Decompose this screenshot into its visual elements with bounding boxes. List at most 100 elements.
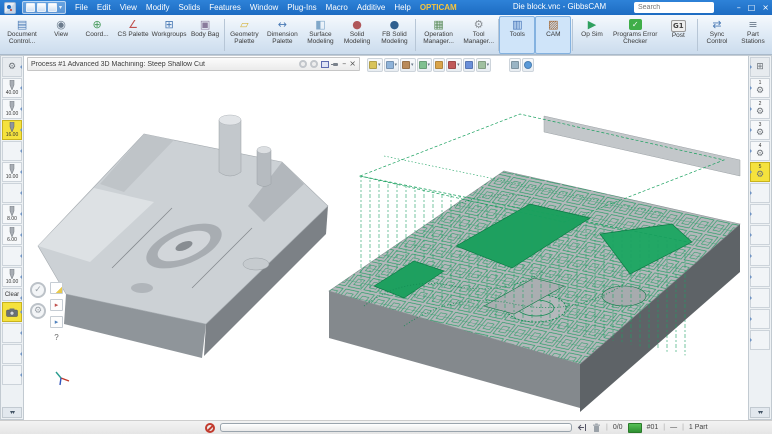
operation-tile-2[interactable]: 2 ⚙ [750, 99, 770, 119]
tool-slot-empty[interactable] [2, 183, 22, 203]
operation-slot-empty[interactable] [750, 267, 770, 287]
view-button[interactable]: ◉ View [43, 16, 79, 54]
surface-modeling-button[interactable]: ◧ Surface Modeling [302, 16, 339, 54]
tool-slot-empty[interactable] [2, 323, 22, 343]
view-tool-button[interactable]: ▾ [446, 58, 462, 72]
panel-minimize-button[interactable]: – [342, 60, 346, 68]
fb-solid-modeling-button[interactable]: ● FB Solid Modeling [375, 16, 414, 54]
tool-tile-5[interactable]: 8.00 [2, 204, 22, 224]
simulation-progress-bar[interactable] [220, 423, 572, 432]
coord-button[interactable]: ⊕ Coord... [79, 16, 115, 54]
tool-crib-header[interactable]: ⚙ [2, 57, 22, 77]
tool-tile-6[interactable]: 6.00 [2, 225, 22, 245]
qat-dropdown-icon[interactable]: ▾ [59, 4, 62, 11]
close-button[interactable]: × [762, 3, 769, 12]
body-bag-button[interactable]: ▣ Body Bag [187, 16, 223, 54]
workspace-viewport[interactable]: Process #1 Advanced 3D Machining: Steep … [24, 55, 748, 420]
operation-slot-empty[interactable] [750, 183, 770, 203]
operation-tile-3[interactable]: 3 ⚙ [750, 120, 770, 140]
cs-palette-button[interactable]: ∠ CS Palette [115, 16, 151, 54]
operation-slot-empty[interactable] [750, 288, 770, 308]
tools-button[interactable]: ▥ Tools [499, 16, 535, 54]
post-button[interactable]: G1 Post [660, 16, 696, 54]
redo-icon[interactable] [48, 3, 57, 12]
view-tool-button[interactable]: ▾ [400, 58, 416, 72]
tool-rail-scroll-down-button[interactable]: ▾▾ [2, 407, 22, 418]
menu-file[interactable]: File [75, 3, 88, 12]
cam-button[interactable]: ▨ CAM [535, 16, 571, 54]
trash-icon[interactable] [592, 423, 601, 433]
view-tool-button[interactable] [509, 58, 521, 72]
float-window-icon[interactable] [321, 61, 329, 68]
operations-header[interactable]: ⊞ [750, 57, 770, 77]
view-tool-button[interactable]: ▾ [417, 58, 433, 72]
stop-simulation-icon[interactable] [205, 423, 215, 433]
menu-modify[interactable]: Modify [146, 3, 170, 12]
rewind-to-start-icon[interactable] [577, 423, 587, 432]
save-icon[interactable] [26, 3, 35, 12]
operation-tile-1[interactable]: 1 ⚙ [750, 78, 770, 98]
tool-slot-empty[interactable] [2, 141, 22, 161]
undo-icon[interactable] [37, 3, 46, 12]
operations-rail-scroll-down-button[interactable]: ▾▾ [750, 407, 770, 418]
tool-tile-3-selected[interactable]: 16.00 [2, 120, 22, 140]
view-tool-button[interactable] [463, 58, 475, 72]
menu-plugins[interactable]: Plug-Ins [287, 3, 316, 12]
view-tool-button[interactable] [522, 58, 534, 72]
operation-tile-5-selected[interactable]: 5 ⚙ [750, 162, 770, 182]
viewport-canvas[interactable] [24, 56, 748, 421]
view-tool-button[interactable]: ▾ [476, 58, 492, 72]
copy-process-icon[interactable] [50, 282, 63, 294]
tool-tile-4[interactable]: 10.00 [2, 162, 22, 182]
menu-edit[interactable]: Edit [97, 3, 111, 12]
operation-slot-empty[interactable] [750, 309, 770, 329]
dimension-palette-button[interactable]: ↔ Dimension Palette [263, 16, 302, 54]
solid-modeling-button[interactable]: ● Solid Modeling [339, 16, 375, 54]
tool-tile-1[interactable]: 40.00 [2, 78, 22, 98]
menu-features[interactable]: Features [209, 3, 241, 12]
apply-check-button[interactable]: ✓ [30, 282, 46, 298]
tool-slot-empty[interactable] [2, 246, 22, 266]
menu-window[interactable]: Window [250, 3, 278, 12]
operation-manager-button[interactable]: ▦ Operation Manager... [416, 16, 460, 54]
tool-slot-empty[interactable] [2, 365, 22, 385]
process-panel-titlebar[interactable]: Process #1 Advanced 3D Machining: Steep … [27, 57, 360, 71]
search-input[interactable] [638, 3, 729, 12]
menu-help[interactable]: Help [394, 3, 410, 12]
view-tool-button[interactable]: ▾ [384, 58, 400, 72]
minimize-button[interactable]: – [737, 3, 741, 12]
geometry-palette-button[interactable]: ▱ Geometry Palette [226, 16, 263, 54]
maximize-button[interactable]: □ [748, 3, 756, 12]
tool-tile-7[interactable]: 10.00 [2, 267, 22, 287]
view-tool-button[interactable] [433, 58, 445, 72]
clear-button[interactable]: Clear [2, 288, 22, 301]
search-box[interactable] [634, 2, 714, 13]
sim-camera-tile[interactable] [2, 302, 22, 322]
menu-view[interactable]: View [120, 3, 137, 12]
tool-tile-2[interactable]: 10.00 [2, 99, 22, 119]
process-redo-icon[interactable] [310, 60, 318, 68]
redo-toolpath-icon[interactable]: ▸ [50, 316, 63, 328]
menu-additive[interactable]: Additive [357, 3, 385, 12]
redo-markers-icon[interactable]: ▸ [50, 299, 63, 311]
operation-slot-empty[interactable] [750, 225, 770, 245]
process-do-it-icon[interactable] [299, 60, 307, 68]
view-tool-button[interactable]: ▾ [367, 58, 383, 72]
process-gear-button[interactable]: ⚙ [30, 303, 46, 319]
operation-slot-empty[interactable] [750, 246, 770, 266]
menu-solids[interactable]: Solids [178, 3, 200, 12]
menu-macro[interactable]: Macro [326, 3, 348, 12]
tool-slot-empty[interactable] [2, 344, 22, 364]
workgroups-button[interactable]: ⊞ Workgroups [151, 16, 187, 54]
operation-slot-empty[interactable] [750, 204, 770, 224]
op-sim-button[interactable]: ▶ Op Sim [574, 16, 610, 54]
tool-manager-button[interactable]: ⚙ Tool Manager... [461, 16, 497, 54]
pin-icon[interactable] [332, 61, 339, 68]
help-button[interactable]: ? [54, 333, 58, 342]
operation-slot-empty[interactable] [750, 330, 770, 350]
part-stations-button[interactable]: ≡ Part Stations [735, 16, 771, 54]
sync-control-button[interactable]: ⇄ Sync Control [699, 16, 735, 54]
document-control-button[interactable]: ▤ Document Control... [1, 16, 43, 54]
operation-tile-4[interactable]: 4 ⚙ [750, 141, 770, 161]
panel-close-button[interactable]: × [349, 60, 356, 68]
